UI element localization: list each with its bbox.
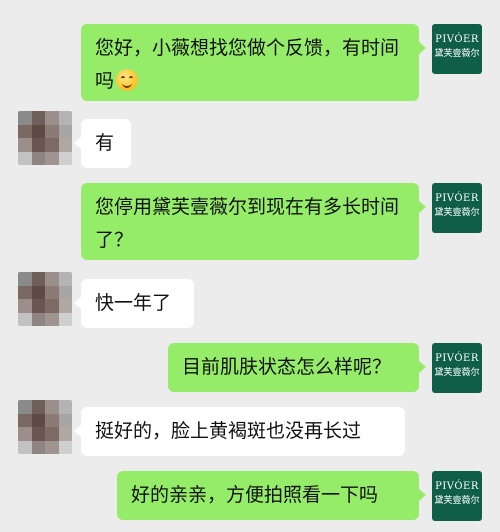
brand-avatar[interactable]: PIVÓER 黛芙壹薇尔 xyxy=(432,343,482,393)
message-text: 您停用黛芙壹薇尔到现在有多长时间了？ xyxy=(95,196,400,251)
brand-logo-cn: 黛芙壹薇尔 xyxy=(434,208,480,218)
message-text: 挺好的，脸上黄褐斑也没再长过 xyxy=(95,420,362,442)
message-text: 您好，小薇想找您做个反馈，有时间吗 xyxy=(95,37,400,92)
message-text: 好的亲亲，方便拍照看一下吗 xyxy=(131,484,379,506)
message-bubble-incoming[interactable]: 有 xyxy=(74,119,131,168)
brand-logo-cn: 黛芙壹薇尔 xyxy=(434,49,480,59)
message-bubble-outgoing[interactable]: 您好，小薇想找您做个反馈，有时间吗 xyxy=(81,24,426,101)
brand-logo-en: PIVÓER xyxy=(435,481,479,492)
brand-avatar[interactable]: PIVÓER 黛芙壹薇尔 xyxy=(432,183,482,233)
message-bubble-incoming[interactable]: 挺好的，脸上黄褐斑也没再长过 xyxy=(74,407,405,456)
brand-avatar[interactable]: PIVÓER 黛芙壹薇尔 xyxy=(432,471,482,521)
brand-logo-en: PIVÓER xyxy=(435,193,479,204)
brand-logo-cn: 黛芙壹薇尔 xyxy=(434,368,480,378)
brand-logo-cn: 黛芙壹薇尔 xyxy=(434,496,480,506)
message-text: 有 xyxy=(95,132,115,154)
message-text: 快一年了 xyxy=(95,292,172,314)
chat-window: 您好，小薇想找您做个反馈，有时间吗 PIVÓER 黛芙壹薇尔 有 您停用黛芙壹薇… xyxy=(0,0,500,532)
message-bubble-outgoing[interactable]: 好的亲亲，方便拍照看一下吗 xyxy=(117,471,426,520)
brand-logo-en: PIVÓER xyxy=(435,353,479,364)
user-avatar[interactable] xyxy=(18,111,72,165)
message-bubble-outgoing[interactable]: 您停用黛芙壹薇尔到现在有多长时间了？ xyxy=(81,183,426,260)
brand-avatar[interactable]: PIVÓER 黛芙壹薇尔 xyxy=(432,24,482,74)
message-text: 目前肌肤状态怎么样呢？ xyxy=(182,356,392,378)
user-avatar[interactable] xyxy=(18,272,72,326)
smiling-face-icon xyxy=(116,69,139,91)
brand-logo-en: PIVÓER xyxy=(435,34,479,45)
message-bubble-incoming[interactable]: 快一年了 xyxy=(74,279,194,328)
user-avatar[interactable] xyxy=(18,400,72,454)
message-bubble-outgoing[interactable]: 目前肌肤状态怎么样呢？ xyxy=(168,343,426,392)
